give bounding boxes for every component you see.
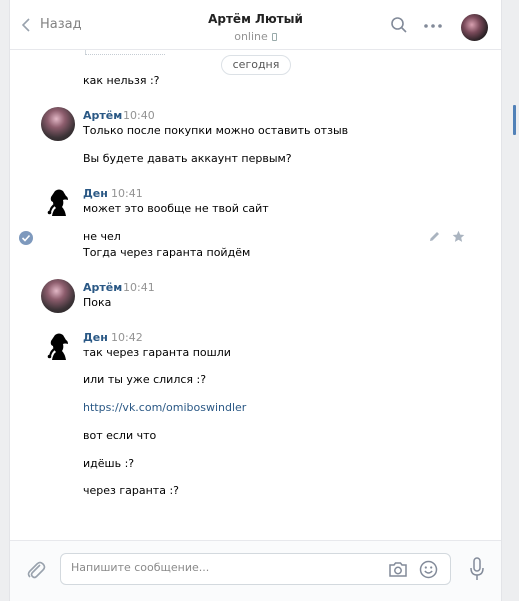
avatar[interactable] xyxy=(41,107,75,141)
avatar[interactable] xyxy=(41,184,75,218)
message-time[interactable]: 10:41 xyxy=(123,281,155,294)
message-text: Вы будете давать аккаунт первым? xyxy=(83,152,292,165)
emoji-icon[interactable] xyxy=(419,560,438,579)
quote-divider xyxy=(85,54,165,55)
dialog-header: Назад Артём Лютый online xyxy=(10,0,501,50)
message-text: идёшь :? xyxy=(83,457,135,470)
online-status: online xyxy=(10,30,501,43)
message-author[interactable]: Артём xyxy=(83,109,122,122)
message-author[interactable]: Ден xyxy=(83,331,108,344)
message-author[interactable]: Артём xyxy=(83,281,122,294)
check-icon[interactable] xyxy=(19,231,33,245)
search-icon[interactable] xyxy=(390,16,408,34)
status-text: online xyxy=(234,30,268,43)
message-text: вот если что xyxy=(83,429,157,442)
avatar[interactable] xyxy=(41,279,75,313)
message-composer xyxy=(10,540,501,601)
message-text: через гаранта :? xyxy=(83,484,179,497)
message-input-box[interactable] xyxy=(60,553,451,585)
paperclip-icon[interactable] xyxy=(26,559,46,581)
silhouette-icon xyxy=(47,333,68,360)
message-time[interactable]: 10:41 xyxy=(111,187,143,200)
pencil-icon[interactable] xyxy=(428,230,441,243)
message-text: Тогда через гаранта пойдём xyxy=(83,246,251,259)
message-text: так через гаранта пошли xyxy=(83,346,231,359)
message-input[interactable] xyxy=(71,561,371,574)
message-feed[interactable]: сегодня как нельзя :? Артём 10:40 Только… xyxy=(10,50,501,540)
dialog-window: Назад Артём Лютый online сегодня как нел… xyxy=(9,0,502,601)
mobile-icon xyxy=(271,33,277,41)
date-divider: сегодня xyxy=(221,55,291,75)
message-text: может это вообще не твой сайт xyxy=(83,202,269,215)
message-author[interactable]: Ден xyxy=(83,187,108,200)
message-time[interactable]: 10:40 xyxy=(123,109,155,122)
scrollbar[interactable] xyxy=(513,105,516,135)
message-text: или ты уже слился :? xyxy=(83,373,207,386)
message-text: как нельзя :? xyxy=(83,74,160,87)
message-time[interactable]: 10:42 xyxy=(111,331,143,344)
more-icon[interactable] xyxy=(424,24,442,28)
microphone-icon[interactable] xyxy=(470,557,484,581)
message-text: Пока xyxy=(83,296,112,309)
silhouette-icon xyxy=(47,189,68,216)
star-icon[interactable] xyxy=(452,230,465,243)
message-link[interactable]: https://vk.com/omiboswindler xyxy=(83,401,246,414)
message-text: не чел xyxy=(83,230,121,243)
avatar[interactable] xyxy=(41,328,75,362)
message-text: Только после покупки можно оставить отзы… xyxy=(83,124,349,137)
avatar[interactable] xyxy=(461,14,488,41)
camera-icon[interactable] xyxy=(388,561,408,578)
